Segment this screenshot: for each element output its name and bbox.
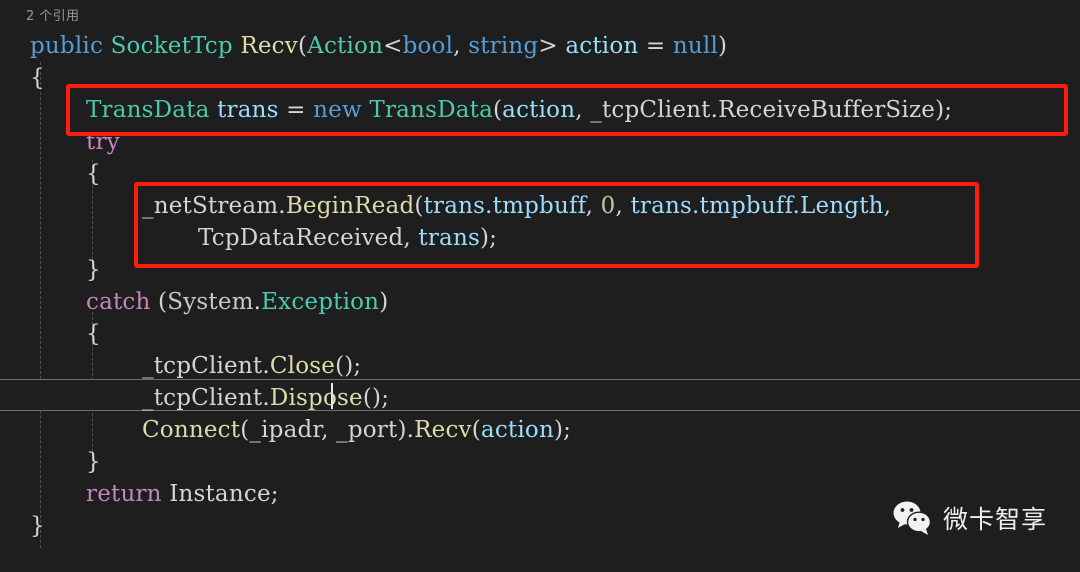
token-method-beginread: BeginRead <box>285 193 415 219</box>
code-line-9[interactable]: catch (System.Exception) <box>86 286 388 318</box>
token-terminator-13: ); <box>553 417 572 443</box>
token-lt: < <box>383 33 403 59</box>
code-editor-screenshot: 2 个引用 public SocketTcp Recv(Action<bool,… <box>0 0 1080 572</box>
token-netstream: _netStream <box>142 193 279 219</box>
token-bool: bool <box>402 33 454 59</box>
token-brace-open-catch: { <box>86 321 101 347</box>
watermark-label: 微卡智享 <box>943 505 1048 534</box>
token-string: string <box>468 33 539 59</box>
token-tcpclient-dispose: _tcpClient. <box>142 385 270 411</box>
token-dot-6: . <box>278 193 286 219</box>
code-line-13[interactable]: Connect(_ipadr, _port).Recv(action); <box>142 414 571 446</box>
token-arg-tmpbuff: trans.tmpbuff <box>423 193 586 219</box>
token-paren-close-9: ) <box>379 289 389 315</box>
token-ctor-transdata: TransData <box>369 97 493 123</box>
token-method-dispose: Dispose <box>269 385 363 411</box>
token-instance: Instance <box>169 481 271 507</box>
token-brace-open-method: { <box>30 65 45 91</box>
token-equals: = <box>638 33 673 59</box>
token-space-9: ( <box>150 289 168 315</box>
token-brace-close-catch: } <box>86 449 101 475</box>
code-line-16[interactable]: } <box>30 510 45 542</box>
token-comma-13: , <box>321 417 337 443</box>
token-param-action: action <box>565 33 639 59</box>
token-try: try <box>86 129 120 155</box>
token-comma: , <box>453 33 469 59</box>
code-line-6[interactable]: _netStream.BeginRead(trans.tmpbuff, 0, t… <box>142 190 891 222</box>
token-comma-6c: , <box>883 193 892 219</box>
token-catch: catch <box>86 289 151 315</box>
code-line-7[interactable]: TcpDataReceived, trans); <box>198 222 497 254</box>
token-brace-close-method: } <box>30 513 45 539</box>
token-return-type: SocketTcp <box>110 33 233 59</box>
token-comma-3: , <box>575 97 591 123</box>
code-line-12[interactable]: _tcpClient.Dispose(); <box>142 382 389 414</box>
token-brace-open-try: { <box>86 161 101 187</box>
token-space-1 <box>103 33 111 59</box>
token-arg-trans: trans <box>418 225 480 251</box>
code-line-15[interactable]: return Instance; <box>86 478 279 510</box>
token-close-paren: ) <box>718 33 728 59</box>
token-terminator-12: (); <box>362 385 390 411</box>
token-comma-6b: , <box>615 193 631 219</box>
token-exception-type: Exception <box>261 289 380 315</box>
text-caret <box>331 383 333 409</box>
token-arg-tmpbuff-length: trans.tmpbuff.Length <box>630 193 884 219</box>
code-line-11[interactable]: _tcpClient.Close(); <box>142 350 361 382</box>
token-arg-buffersize: _tcpClient.ReceiveBufferSize <box>590 97 936 123</box>
token-brace-close-try: } <box>86 257 101 283</box>
code-line-4[interactable]: try <box>86 126 120 158</box>
token-method-recv: Recv <box>240 33 298 59</box>
token-tcpclient-close: _tcpClient. <box>142 353 270 379</box>
token-gt: > <box>538 33 558 59</box>
token-arg-ipadr: _ipadr <box>249 417 322 443</box>
token-terminator-11: (); <box>335 353 362 379</box>
token-action-type: Action <box>307 33 384 59</box>
code-line-8[interactable]: } <box>86 254 101 286</box>
code-line-3[interactable]: TransData trans = new TransData(action, … <box>86 94 952 126</box>
token-terminator-15: ; <box>270 481 279 507</box>
token-comma-7: , <box>403 225 419 251</box>
codelens-reference-count[interactable]: 2 个引用 <box>26 5 79 24</box>
token-arg-callback: TcpDataReceived <box>198 225 404 251</box>
token-space-4 <box>210 97 218 123</box>
token-paren-6: ( <box>414 193 424 219</box>
token-return: return <box>86 481 162 507</box>
token-terminator-7: ); <box>479 225 498 251</box>
token-null: null <box>672 33 719 59</box>
token-arg-action-2: action <box>480 417 554 443</box>
wechat-icon <box>893 501 932 535</box>
token-new: new <box>313 97 362 123</box>
code-line-5[interactable]: { <box>86 158 101 190</box>
token-terminator-3: ); <box>935 97 953 123</box>
code-line-2[interactable]: { <box>30 62 45 94</box>
token-var-trans: trans <box>217 97 279 123</box>
token-paren-13b: ( <box>471 417 481 443</box>
code-line-1[interactable]: public SocketTcp Recv(Action<bool, strin… <box>30 30 727 62</box>
token-assign: = <box>278 97 314 123</box>
token-method-close: Close <box>269 353 336 379</box>
token-open-paren: ( <box>297 33 308 59</box>
token-public: public <box>30 33 104 59</box>
token-transdata-type: TransData <box>86 97 210 123</box>
token-comma-6a: , <box>585 193 601 219</box>
code-line-14[interactable]: } <box>86 446 101 478</box>
code-line-10[interactable]: { <box>86 318 101 350</box>
indent-guide-level-1 <box>40 62 41 548</box>
watermark: 微卡智享 <box>893 500 1047 536</box>
token-method-connect: Connect <box>142 417 241 443</box>
token-namespace-system: System <box>167 289 254 315</box>
token-paren-3: ( <box>492 97 503 123</box>
token-arg-port: _port <box>336 417 398 443</box>
token-arg-action: action <box>502 97 576 123</box>
token-paren-close-13: ). <box>397 417 415 443</box>
token-method-recv-2: Recv <box>414 417 472 443</box>
token-arg-zero: 0 <box>600 193 616 219</box>
